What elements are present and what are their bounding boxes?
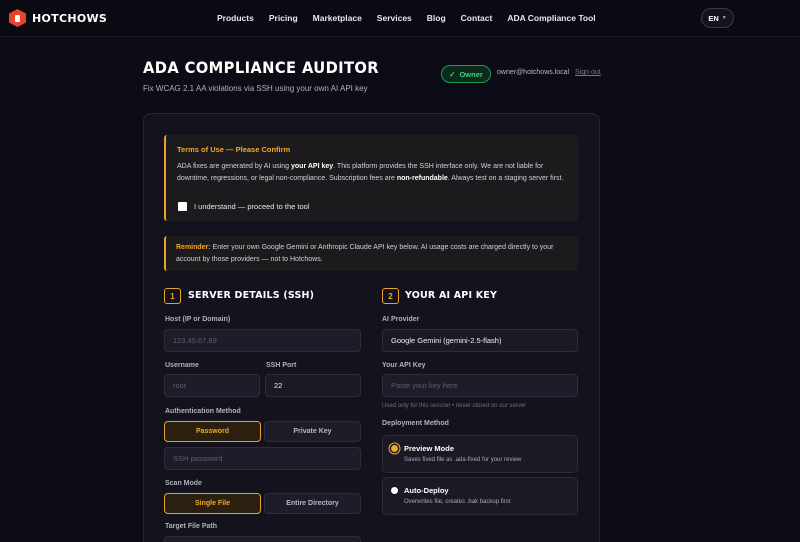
nav-link-contact[interactable]: Contact — [461, 13, 493, 23]
preview-mode-option[interactable]: Preview Mode Saves fixed file as .ada-fi… — [382, 435, 578, 473]
ssh-port-input[interactable]: 22 — [265, 374, 361, 397]
target-path-label: Target File Path — [165, 523, 217, 530]
host-label: Host (IP or Domain) — [165, 316, 231, 323]
section-2-number: 2 — [382, 288, 399, 304]
scan-mode-label: Scan Mode — [165, 480, 202, 487]
preview-mode-radio[interactable] — [391, 445, 398, 452]
auto-deploy-desc: Overwrites file, creates .bak backup fir… — [404, 499, 511, 505]
preview-mode-desc: Saves fixed file as .ada-fixed for your … — [404, 457, 522, 463]
language-selector[interactable]: EN ▼ — [701, 8, 734, 28]
checkmark-icon: ✓ — [449, 69, 456, 79]
section-1-title: SERVER DETAILS (SSH) — [188, 290, 315, 301]
user-email: owner@hotchows.local — [497, 69, 570, 76]
top-nav: HOTCHOWS Products Pricing Marketplace Se… — [0, 0, 800, 37]
section-1-number: 1 — [164, 288, 181, 304]
page-subtitle: Fix WCAG 2.1 AA violations via SSH using… — [143, 84, 368, 93]
auto-deploy-radio[interactable] — [391, 487, 398, 494]
nav-link-marketplace[interactable]: Marketplace — [313, 13, 362, 23]
api-key-hint: Used only for this session • never store… — [382, 403, 527, 409]
auth-private-key-button[interactable]: Private Key — [264, 421, 361, 442]
ssh-password-input[interactable]: SSH password — [164, 447, 361, 470]
username-label: Username — [165, 362, 199, 369]
nav-link-blog[interactable]: Blog — [427, 13, 446, 23]
brand-name: HOTCHOWS — [32, 11, 108, 25]
username-input[interactable]: root — [164, 374, 260, 397]
reminder-text: Enter your own Google Gemini or Anthropi… — [176, 244, 554, 263]
brand-logo[interactable]: HOTCHOWS — [9, 9, 107, 27]
ssh-port-label: SSH Port — [266, 362, 297, 369]
signout-link[interactable]: Sign out — [575, 69, 601, 76]
target-path-input[interactable] — [164, 536, 361, 542]
reminder-notice: Reminder: Enter your own Google Gemini o… — [164, 236, 578, 271]
api-key-input[interactable]: Paste your key here — [382, 374, 578, 397]
terms-confirm-row[interactable]: I understand — proceed to the tool — [178, 202, 310, 211]
terms-notice: Terms of Use — Please Confirm ADA fixes … — [164, 135, 578, 221]
terms-checkbox-label[interactable]: I understand — proceed to the tool — [194, 202, 310, 211]
api-key-label: Your API Key — [382, 362, 426, 369]
nav-links: Products Pricing Marketplace Services Bl… — [217, 13, 611, 23]
terms-title: Terms of Use — Please Confirm — [177, 145, 291, 154]
scan-single-file-button[interactable]: Single File — [164, 493, 261, 514]
section-2-title: YOUR AI API KEY — [405, 290, 498, 301]
nav-link-pricing[interactable]: Pricing — [269, 13, 298, 23]
auth-method-label: Authentication Method — [165, 408, 241, 415]
terms-checkbox[interactable] — [178, 202, 187, 211]
language-label: EN — [708, 13, 719, 23]
chevron-down-icon: ▼ — [721, 15, 727, 21]
hexagon-logo-icon — [9, 9, 26, 27]
role-badge-label: Owner — [459, 69, 483, 79]
auto-deploy-title: Auto-Deploy — [404, 486, 449, 495]
nav-link-services[interactable]: Services — [377, 13, 412, 23]
ai-provider-label: AI Provider — [382, 316, 420, 323]
auto-deploy-option[interactable]: Auto-Deploy Overwrites file, creates .ba… — [382, 477, 578, 515]
nav-link-ada-tool[interactable]: ADA Compliance Tool — [507, 13, 595, 23]
scan-directory-button[interactable]: Entire Directory — [264, 493, 361, 514]
deployment-method-label: Deployment Method — [382, 420, 449, 427]
reminder-label: Reminder: — [176, 244, 211, 251]
ai-provider-select[interactable]: Google Gemini (gemini-2.5-flash) — [382, 329, 578, 352]
terms-body: ADA fixes are generated by AI using your… — [177, 163, 564, 182]
page-title: ADA COMPLIANCE AUDITOR — [143, 58, 380, 77]
host-input[interactable]: 123.45.67.89 — [164, 329, 361, 352]
auth-password-button[interactable]: Password — [164, 421, 261, 442]
role-badge: ✓ Owner — [441, 65, 491, 83]
nav-link-products[interactable]: Products — [217, 13, 254, 23]
preview-mode-title: Preview Mode — [404, 444, 455, 453]
